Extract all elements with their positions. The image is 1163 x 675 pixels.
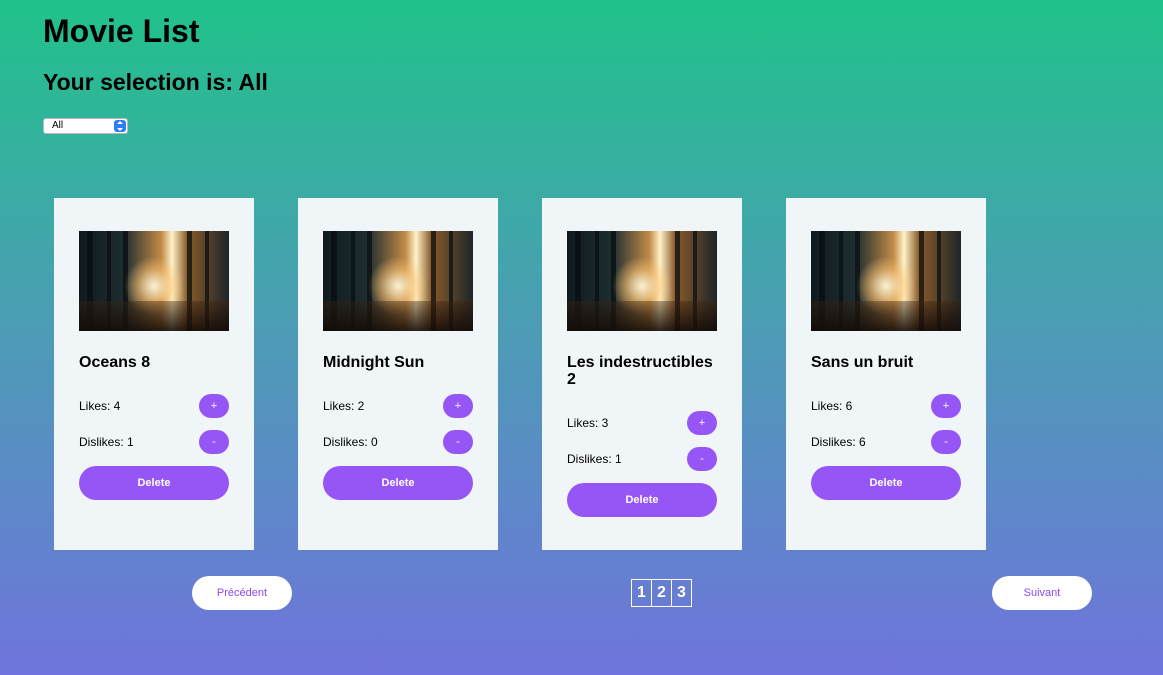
- next-page-button[interactable]: Suivant: [992, 576, 1092, 610]
- movie-title: Oceans 8: [79, 354, 151, 371]
- delete-button[interactable]: Delete: [811, 466, 961, 500]
- dislikes-label: Dislikes: 6: [811, 435, 866, 449]
- select-arrows-icon: [114, 120, 126, 132]
- dislike-button[interactable]: -: [931, 430, 961, 454]
- pagination: 1 2 3: [631, 579, 692, 607]
- movie-card: Oceans 8 Likes: 4 + Dislikes: 1 - Delete: [54, 198, 254, 550]
- dislike-button[interactable]: -: [443, 430, 473, 454]
- delete-button[interactable]: Delete: [567, 483, 717, 517]
- movie-poster-image: [811, 231, 961, 331]
- movie-poster-image: [567, 231, 717, 331]
- movie-title: Les indestructibles 2: [567, 354, 713, 388]
- delete-button[interactable]: Delete: [323, 466, 473, 500]
- page-number-3[interactable]: 3: [671, 579, 692, 607]
- like-button[interactable]: +: [931, 394, 961, 418]
- dislikes-label: Dislikes: 0: [323, 435, 378, 449]
- previous-page-button[interactable]: Précédent: [192, 576, 292, 610]
- likes-label: Likes: 6: [811, 399, 853, 413]
- selection-heading: Your selection is: All: [43, 69, 268, 95]
- like-button[interactable]: +: [443, 394, 473, 418]
- dislike-button[interactable]: -: [199, 430, 229, 454]
- likes-label: Likes: 4: [79, 399, 121, 413]
- movie-poster-image: [79, 231, 229, 331]
- category-select-value: All: [52, 120, 64, 131]
- movie-poster-image: [323, 231, 473, 331]
- movie-title: Midnight Sun: [323, 354, 425, 371]
- dislike-button[interactable]: -: [687, 447, 717, 471]
- dislikes-label: Dislikes: 1: [567, 452, 622, 466]
- likes-label: Likes: 2: [323, 399, 365, 413]
- like-button[interactable]: +: [687, 411, 717, 435]
- page-number-2[interactable]: 2: [651, 579, 672, 607]
- movie-card: Midnight Sun Likes: 2 + Dislikes: 0 - De…: [298, 198, 498, 550]
- dislikes-label: Dislikes: 1: [79, 435, 134, 449]
- movie-title: Sans un bruit: [811, 354, 914, 371]
- movie-card: Les indestructibles 2 Likes: 3 + Dislike…: [542, 198, 742, 550]
- page-title: Movie List: [43, 13, 200, 49]
- like-button[interactable]: +: [199, 394, 229, 418]
- delete-button[interactable]: Delete: [79, 466, 229, 500]
- movie-card: Sans un bruit Likes: 6 + Dislikes: 6 - D…: [786, 198, 986, 550]
- likes-label: Likes: 3: [567, 416, 609, 430]
- category-select[interactable]: All: [43, 118, 128, 134]
- page-number-1[interactable]: 1: [631, 579, 652, 607]
